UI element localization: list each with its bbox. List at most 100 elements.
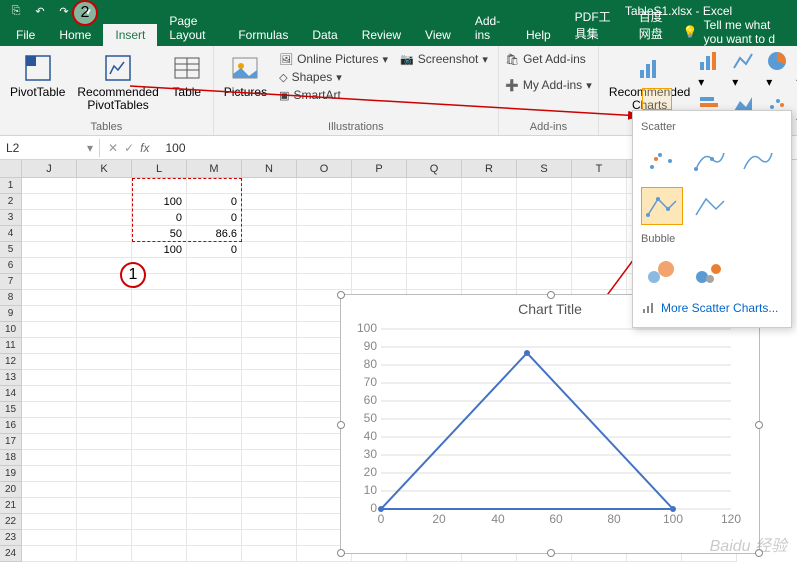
scatter-smooth[interactable]	[737, 141, 779, 179]
cell-T4[interactable]	[572, 226, 627, 242]
fx-icon[interactable]: fx	[140, 141, 149, 155]
cell-J22[interactable]	[22, 514, 77, 530]
cell-K19[interactable]	[77, 466, 132, 482]
scatter-straight[interactable]	[689, 187, 731, 225]
col-header-J[interactable]: J	[22, 160, 77, 178]
cell-K21[interactable]	[77, 498, 132, 514]
cell-S6[interactable]	[517, 258, 572, 274]
cell-N14[interactable]	[242, 386, 297, 402]
cell-N15[interactable]	[242, 402, 297, 418]
cell-J18[interactable]	[22, 450, 77, 466]
tab-formulas[interactable]: Formulas	[226, 24, 300, 46]
accept-formula-icon[interactable]: ✓	[124, 141, 134, 155]
cell-P3[interactable]	[352, 210, 407, 226]
cell-L18[interactable]	[132, 450, 187, 466]
cell-M5[interactable]: 0	[187, 242, 242, 258]
cell-J4[interactable]	[22, 226, 77, 242]
cell-N3[interactable]	[242, 210, 297, 226]
cell-N12[interactable]	[242, 354, 297, 370]
row-header-7[interactable]: 7	[0, 274, 22, 290]
cell-J23[interactable]	[22, 530, 77, 546]
cell-S3[interactable]	[517, 210, 572, 226]
cell-M13[interactable]	[187, 370, 242, 386]
cell-L16[interactable]	[132, 418, 187, 434]
cell-R5[interactable]	[462, 242, 517, 258]
cell-M7[interactable]	[187, 274, 242, 290]
cell-T7[interactable]	[572, 274, 627, 290]
cell-M20[interactable]	[187, 482, 242, 498]
cell-T6[interactable]	[572, 258, 627, 274]
bubble-3d[interactable]	[689, 253, 731, 291]
row-header-19[interactable]: 19	[0, 466, 22, 482]
cell-J16[interactable]	[22, 418, 77, 434]
cell-J14[interactable]	[22, 386, 77, 402]
cell-K13[interactable]	[77, 370, 132, 386]
cell-K4[interactable]	[77, 226, 132, 242]
cell-K16[interactable]	[77, 418, 132, 434]
cell-T5[interactable]	[572, 242, 627, 258]
cell-J13[interactable]	[22, 370, 77, 386]
line-chart-icon[interactable]: ▾	[732, 50, 758, 89]
row-header-15[interactable]: 15	[0, 402, 22, 418]
recommended-charts-button[interactable]: Recommended Charts	[605, 50, 694, 114]
col-header-R[interactable]: R	[462, 160, 517, 178]
more-scatter-charts[interactable]: More Scatter Charts...	[639, 295, 785, 321]
cell-M4[interactable]: 86.6	[187, 226, 242, 242]
row-header-4[interactable]: 4	[0, 226, 22, 242]
pivottable-button[interactable]: PivotTable	[6, 50, 69, 101]
cell-L12[interactable]	[132, 354, 187, 370]
bubble-chart[interactable]	[641, 253, 683, 291]
cell-Q1[interactable]	[407, 178, 462, 194]
cell-N8[interactable]	[242, 290, 297, 306]
row-header-1[interactable]: 1	[0, 178, 22, 194]
cell-Q7[interactable]	[407, 274, 462, 290]
tab-insert[interactable]: Insert	[103, 24, 157, 46]
cell-L3[interactable]: 0	[132, 210, 187, 226]
cell-M9[interactable]	[187, 306, 242, 322]
cell-L11[interactable]	[132, 338, 187, 354]
cell-L17[interactable]	[132, 434, 187, 450]
cell-K1[interactable]	[77, 178, 132, 194]
cell-R3[interactable]	[462, 210, 517, 226]
cell-R1[interactable]	[462, 178, 517, 194]
cell-N7[interactable]	[242, 274, 297, 290]
cell-P7[interactable]	[352, 274, 407, 290]
cell-N5[interactable]	[242, 242, 297, 258]
cell-L22[interactable]	[132, 514, 187, 530]
cell-K15[interactable]	[77, 402, 132, 418]
cell-S7[interactable]	[517, 274, 572, 290]
cell-M3[interactable]: 0	[187, 210, 242, 226]
col-header-K[interactable]: K	[77, 160, 132, 178]
row-header-22[interactable]: 22	[0, 514, 22, 530]
cell-M23[interactable]	[187, 530, 242, 546]
screenshot-button[interactable]: 📷 Screenshot ▾	[396, 50, 492, 68]
cell-L23[interactable]	[132, 530, 187, 546]
cell-K22[interactable]	[77, 514, 132, 530]
column-chart-icon[interactable]: ▾	[698, 50, 724, 89]
row-header-6[interactable]: 6	[0, 258, 22, 274]
cell-P4[interactable]	[352, 226, 407, 242]
cell-N23[interactable]	[242, 530, 297, 546]
cell-Q5[interactable]	[407, 242, 462, 258]
smartart-button[interactable]: ▣ SmartArt	[275, 86, 392, 104]
cell-N11[interactable]	[242, 338, 297, 354]
cell-L24[interactable]	[132, 546, 187, 562]
cell-Q6[interactable]	[407, 258, 462, 274]
shapes-button[interactable]: ◇ Shapes ▾	[275, 68, 392, 86]
tab-home[interactable]: Home	[47, 24, 103, 46]
row-header-18[interactable]: 18	[0, 450, 22, 466]
cell-N20[interactable]	[242, 482, 297, 498]
cell-L8[interactable]	[132, 290, 187, 306]
cell-K9[interactable]	[77, 306, 132, 322]
cell-T1[interactable]	[572, 178, 627, 194]
cell-L19[interactable]	[132, 466, 187, 482]
cell-M1[interactable]	[187, 178, 242, 194]
row-header-23[interactable]: 23	[0, 530, 22, 546]
my-addins-button[interactable]: ➕ My Add-ins ▾	[501, 76, 596, 94]
cell-O6[interactable]	[297, 258, 352, 274]
cell-M17[interactable]	[187, 434, 242, 450]
cell-N9[interactable]	[242, 306, 297, 322]
cell-M15[interactable]	[187, 402, 242, 418]
cell-K20[interactable]	[77, 482, 132, 498]
cell-K14[interactable]	[77, 386, 132, 402]
